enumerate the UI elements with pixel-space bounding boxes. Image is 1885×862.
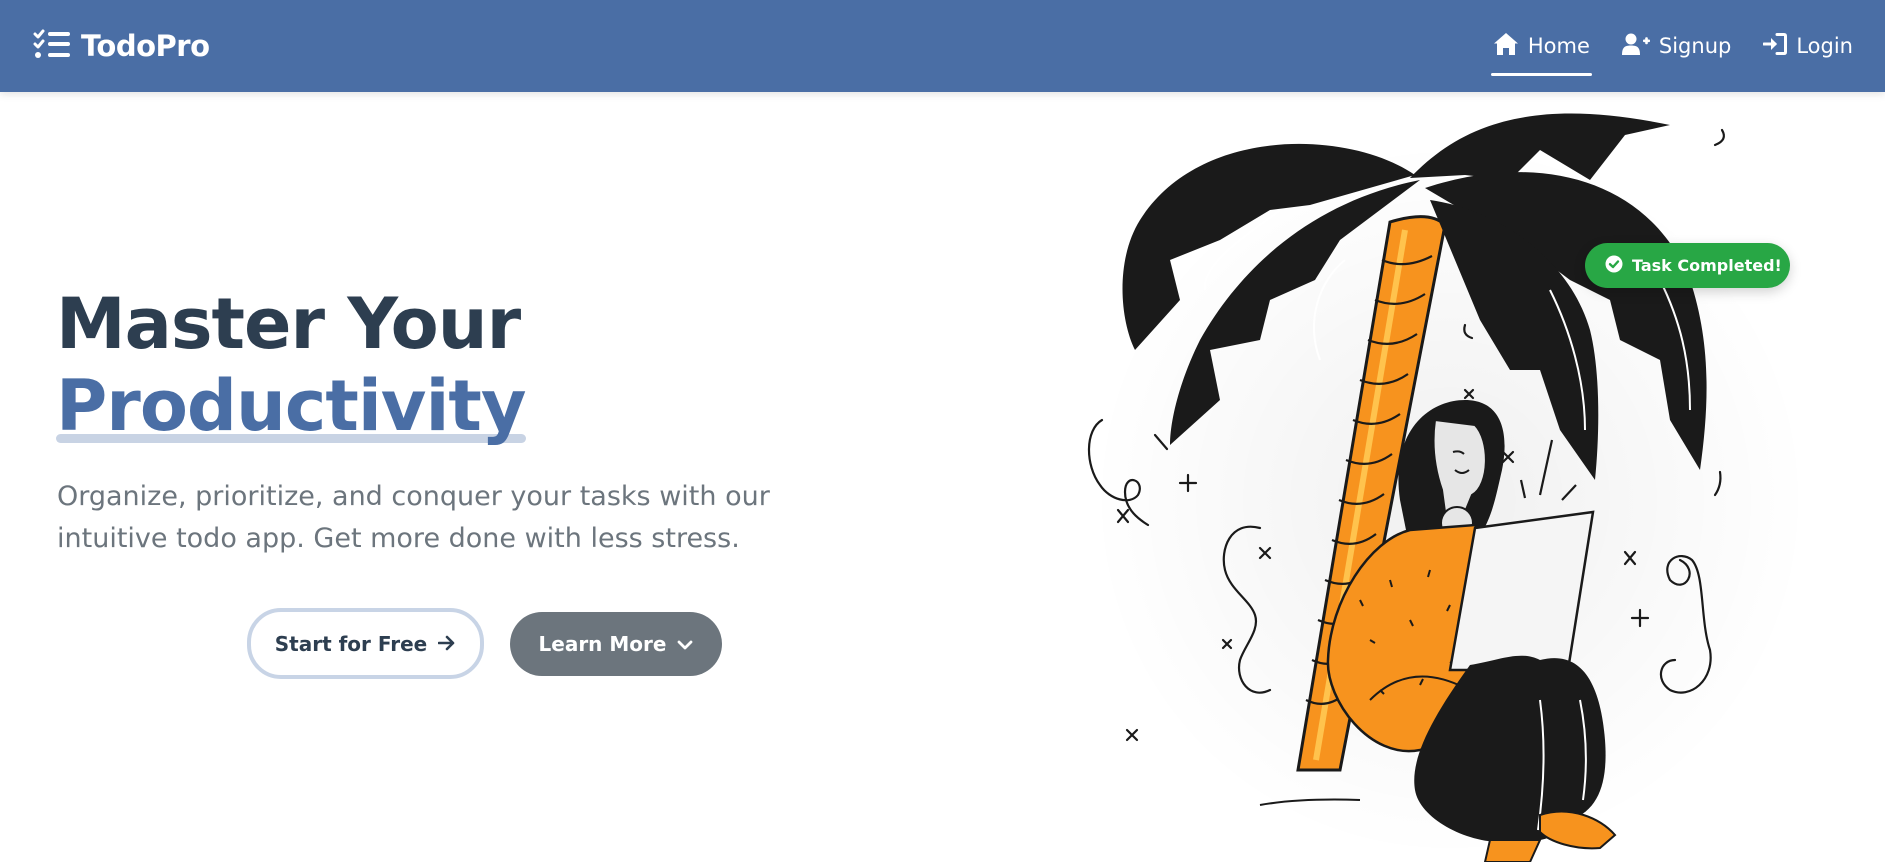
- nav-signup-label: Signup: [1658, 34, 1732, 58]
- start-free-label: Start for Free: [274, 631, 428, 656]
- nav-login[interactable]: Login: [1761, 0, 1855, 92]
- hero-title-line2: Productivity: [56, 365, 527, 447]
- hero-title: Master Your Productivity: [56, 283, 527, 447]
- home-icon: [1493, 32, 1519, 61]
- chevron-down-icon: [677, 632, 693, 656]
- brand-name: TodoPro: [81, 29, 210, 63]
- sign-in-icon: [1762, 32, 1788, 60]
- brand-logo[interactable]: TodoPro: [33, 28, 210, 64]
- check-circle-icon: [1605, 255, 1623, 277]
- start-free-button[interactable]: Start for Free: [247, 608, 484, 679]
- nav-home-label: Home: [1527, 34, 1590, 58]
- nav-signup[interactable]: Signup: [1620, 0, 1733, 92]
- learn-more-label: Learn More: [538, 632, 667, 656]
- list-check-icon: [33, 29, 71, 63]
- navbar: TodoPro Home Signup Login: [0, 0, 1885, 92]
- learn-more-button[interactable]: Learn More: [510, 612, 722, 676]
- arrow-right-icon: [437, 632, 456, 656]
- hero-subtitle: Organize, prioritize, and conquer your t…: [57, 481, 770, 554]
- toast-text: Task Completed!: [1632, 256, 1782, 275]
- palm-tree-illustration: [1070, 100, 1830, 862]
- user-plus-icon: [1621, 33, 1650, 60]
- task-completed-toast: Task Completed!: [1585, 243, 1790, 288]
- hero-title-accent: Productivity: [56, 365, 527, 447]
- hero-title-line1: Master Your: [56, 283, 521, 365]
- nav-links: Home Signup Login: [1490, 0, 1855, 92]
- nav-login-label: Login: [1796, 34, 1853, 58]
- nav-home[interactable]: Home: [1490, 0, 1592, 92]
